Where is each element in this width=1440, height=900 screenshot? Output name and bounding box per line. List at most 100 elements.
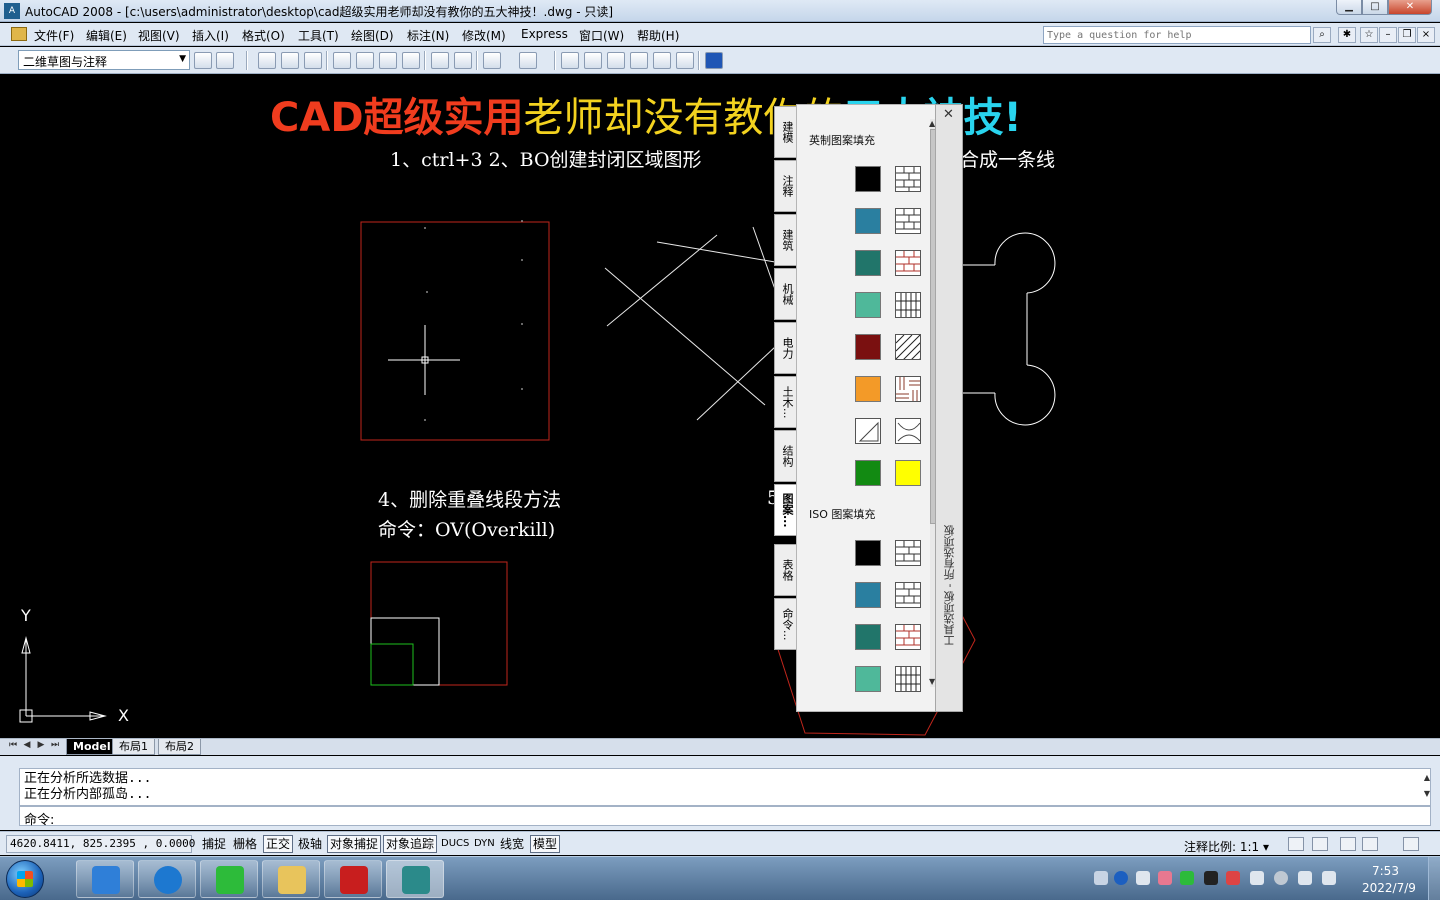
palette-tab-tables[interactable]: 表格: [774, 544, 798, 596]
next-tab-icon[interactable]: ▶: [36, 740, 46, 750]
iso-hatch-red-brick-pattern[interactable]: [895, 624, 921, 650]
otrack-toggle[interactable]: 对象追踪: [383, 835, 438, 853]
match-properties-icon[interactable]: [454, 52, 472, 69]
help-icon[interactable]: [705, 52, 723, 69]
palette-title-strip[interactable]: ✕ 工具选项板 - 所有选项板: [935, 104, 963, 712]
iso-hatch-solid-teal[interactable]: [855, 624, 881, 650]
lock-icon[interactable]: [1340, 837, 1356, 851]
document-menu-icon[interactable]: [11, 27, 27, 41]
menu-tools[interactable]: 工具(T): [298, 27, 339, 44]
volume-icon[interactable]: [1250, 871, 1264, 885]
clean-screen-icon[interactable]: [1403, 837, 1419, 851]
taskbar-autocad-active[interactable]: [386, 860, 444, 898]
hatch-gradient-curve[interactable]: [855, 418, 881, 444]
menu-window[interactable]: 窗口(W): [579, 27, 624, 44]
palette-tab-hatches[interactable]: 图案...: [774, 484, 798, 536]
hatch-solid-mint[interactable]: [855, 292, 881, 318]
network-globe-icon[interactable]: [1274, 871, 1288, 885]
doc-restore-icon[interactable]: ❐: [1398, 27, 1416, 43]
iso-hatch-brick-pattern[interactable]: [895, 582, 921, 608]
hatch-earth-pattern[interactable]: [895, 418, 921, 444]
palette-tab-civil[interactable]: 土木...: [774, 376, 798, 428]
taskbar-autocad[interactable]: [324, 860, 382, 898]
print-preview-icon[interactable]: [356, 52, 374, 69]
redo-icon[interactable]: [519, 52, 537, 69]
keyboard-icon[interactable]: [1094, 871, 1108, 885]
iso-hatch-grid-pattern[interactable]: [895, 666, 921, 692]
palette-tab-mechanical[interactable]: 机械: [774, 268, 798, 320]
hatch-brick-pattern[interactable]: [895, 166, 921, 192]
first-tab-icon[interactable]: ⏮: [8, 740, 18, 750]
display-icon[interactable]: [1298, 871, 1312, 885]
annotation-visibility-icon[interactable]: [1288, 837, 1304, 851]
hatch-solid-yellow[interactable]: [895, 460, 921, 486]
hatch-solid-blue[interactable]: [855, 208, 881, 234]
taskbar-wechat[interactable]: [200, 860, 258, 898]
ducs-toggle[interactable]: DUCS: [438, 835, 472, 853]
palette-tab-modeling[interactable]: 建模: [774, 106, 798, 158]
tab-layout1[interactable]: 布局1: [112, 739, 155, 755]
menu-edit[interactable]: 编辑(E): [86, 27, 127, 44]
show-desktop-button[interactable]: [1428, 857, 1440, 900]
pan-icon[interactable]: [561, 52, 579, 69]
minimize-button[interactable]: ▁: [1336, 0, 1362, 15]
iso-hatch-solid-blue[interactable]: [855, 582, 881, 608]
tray-settings-icon[interactable]: [1362, 837, 1378, 851]
menu-modify[interactable]: 修改(M): [462, 27, 506, 44]
lineweight-toggle[interactable]: 线宽: [497, 835, 527, 853]
start-button[interactable]: [6, 860, 44, 898]
auto-scale-icon[interactable]: [1312, 837, 1328, 851]
hatch-diagonal-pattern[interactable]: [895, 334, 921, 360]
doc-close-icon[interactable]: ×: [1417, 27, 1435, 43]
hatch-solid-orange[interactable]: [855, 376, 881, 402]
menu-file[interactable]: 文件(F): [34, 27, 74, 44]
tool-palettes-icon[interactable]: [653, 52, 671, 69]
hatch-solid-black[interactable]: [855, 166, 881, 192]
tab-layout2[interactable]: 布局2: [158, 739, 201, 755]
menu-insert[interactable]: 插入(I): [192, 27, 229, 44]
speaker-alert-icon[interactable]: [1226, 871, 1240, 885]
autocad-app-icon[interactable]: A: [4, 3, 20, 19]
help-tray-icon[interactable]: [1114, 871, 1128, 885]
wechat-tray-icon[interactable]: [1180, 871, 1194, 885]
open-file-icon[interactable]: [281, 52, 299, 69]
save-icon[interactable]: [304, 52, 322, 69]
maximize-button[interactable]: □: [1362, 0, 1388, 15]
save-workspace-icon[interactable]: [216, 52, 234, 69]
command-prompt-input[interactable]: 命令:: [19, 806, 1431, 828]
hatch-solid-green[interactable]: [855, 460, 881, 486]
hatch-red-brick-pattern[interactable]: [895, 250, 921, 276]
communication-center-icon[interactable]: ✱: [1338, 27, 1356, 43]
help-search-input[interactable]: [1043, 26, 1311, 44]
clock-date[interactable]: 2022/7/9: [1362, 881, 1416, 895]
cut-icon[interactable]: [431, 52, 449, 69]
coordinate-readout[interactable]: 4620.8411, 825.2395 , 0.0000: [6, 835, 195, 853]
qq-icon[interactable]: [1204, 871, 1218, 885]
hatch-grid-pattern[interactable]: [895, 292, 921, 318]
undo-icon[interactable]: [483, 52, 501, 69]
last-tab-icon[interactable]: ⏭: [50, 740, 60, 750]
menu-dimension[interactable]: 标注(N): [407, 27, 449, 44]
menu-help[interactable]: 帮助(H): [637, 27, 679, 44]
palette-tab-structural[interactable]: 结构: [774, 430, 798, 482]
prev-tab-icon[interactable]: ◀: [22, 740, 32, 750]
hatch-solid-maroon[interactable]: [855, 334, 881, 360]
favorites-icon[interactable]: ☆: [1360, 27, 1378, 43]
hatch-solid-teal[interactable]: [855, 250, 881, 276]
publish-icon[interactable]: [379, 52, 397, 69]
command-scroll-arrows[interactable]: ▲ ▼: [1424, 770, 1430, 802]
snap-toggle[interactable]: 捕捉: [199, 835, 229, 853]
flower-icon[interactable]: [1158, 871, 1172, 885]
palette-tab-architecture[interactable]: 建筑: [774, 214, 798, 266]
hatch-brick-pattern[interactable]: [895, 208, 921, 234]
model-toggle[interactable]: 模型: [530, 835, 561, 853]
grid-toggle[interactable]: 栅格: [230, 835, 260, 853]
dyn-toggle[interactable]: DYN: [471, 835, 498, 853]
polar-toggle[interactable]: 极轴: [295, 835, 325, 853]
ime-icon[interactable]: [1136, 871, 1150, 885]
palette-tab-command[interactable]: 命令...: [774, 598, 798, 650]
3d-dwf-icon[interactable]: [402, 52, 420, 69]
palette-tab-electrical[interactable]: 电力: [774, 322, 798, 374]
print-icon[interactable]: [333, 52, 351, 69]
taskbar-sogou[interactable]: [138, 860, 196, 898]
